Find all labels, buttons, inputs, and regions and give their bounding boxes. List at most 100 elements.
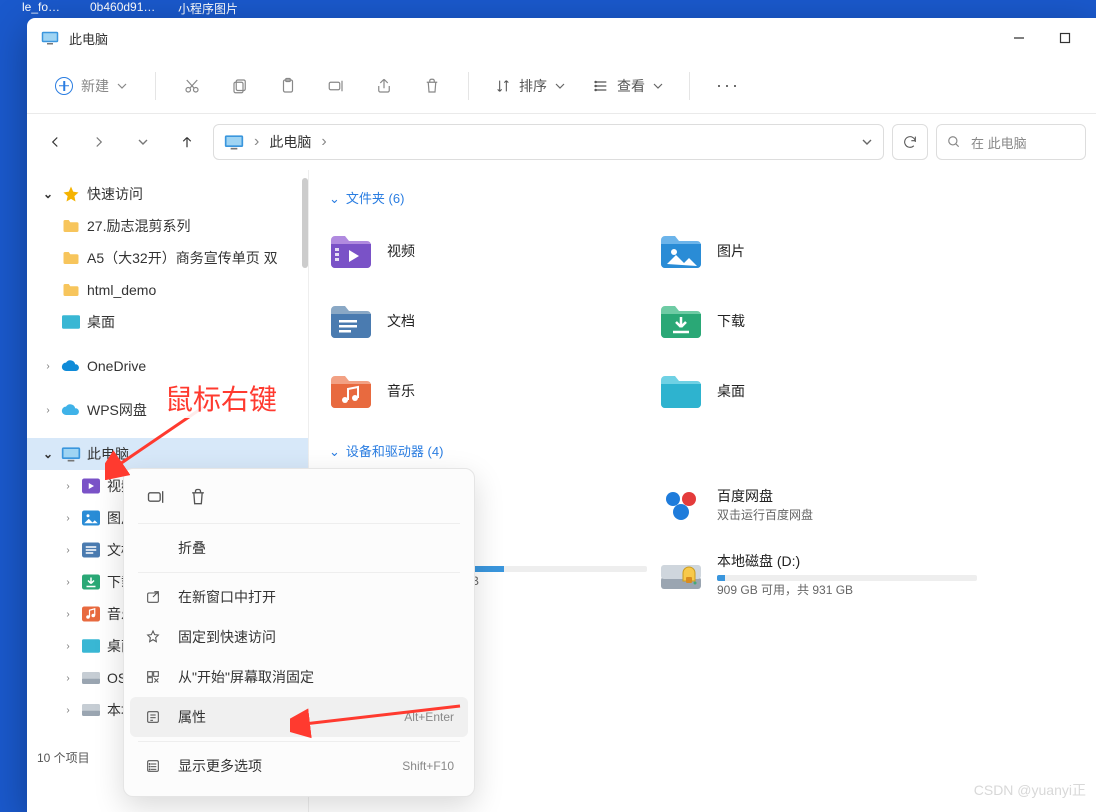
usage-bar — [717, 575, 977, 581]
search-placeholder: 在 此电脑 — [971, 133, 1027, 152]
folder-documents[interactable]: 文档 — [329, 291, 649, 353]
ctx-new-window[interactable]: 在新窗口中打开 — [130, 577, 468, 617]
share-button[interactable] — [362, 67, 406, 105]
downloads-icon — [81, 573, 101, 591]
unpin-icon — [144, 668, 162, 686]
divider — [155, 72, 156, 100]
this-pc-icon — [61, 445, 81, 463]
forward-button[interactable] — [81, 124, 117, 160]
annotation-text: 鼠标右键 — [163, 378, 279, 418]
divider — [689, 72, 690, 100]
sidebar-qa-item[interactable]: 27.励志混剪系列 — [27, 210, 308, 242]
folder-pictures[interactable]: 图片 — [659, 221, 979, 283]
sidebar-qa-item[interactable]: html_demo — [27, 274, 308, 306]
rename-button[interactable] — [314, 67, 358, 105]
back-button[interactable] — [37, 124, 73, 160]
desktop-icon — [81, 637, 101, 655]
toolbar: 新建 排序 查看 ··· — [27, 58, 1096, 114]
star-icon — [144, 628, 162, 646]
divider — [468, 72, 469, 100]
window-title: 此电脑 — [69, 29, 996, 48]
new-button[interactable]: 新建 — [41, 70, 141, 102]
ctx-rename-button[interactable] — [144, 485, 168, 509]
folders-group-header[interactable]: ⌄文件夹 (6) — [329, 188, 1076, 207]
baidu-icon — [659, 485, 703, 525]
watermark: CSDN @yuanyi正 — [974, 780, 1086, 800]
documents-icon — [329, 302, 373, 342]
refresh-button[interactable] — [892, 124, 928, 160]
video-icon — [81, 477, 101, 495]
drive-d[interactable]: 本地磁盘 (D:)909 GB 可用，共 931 GB — [659, 544, 979, 606]
new-label: 新建 — [81, 76, 109, 96]
chevron-right-icon[interactable]: › — [41, 361, 55, 372]
desktop-icon — [61, 313, 81, 331]
maximize-button[interactable] — [1042, 18, 1088, 58]
folder-icon — [61, 281, 81, 299]
chevron-down-icon[interactable]: ⌄ — [41, 187, 55, 201]
sidebar-scrollbar[interactable] — [302, 178, 308, 268]
view-button[interactable]: 查看 — [581, 70, 675, 102]
minimize-button[interactable] — [996, 18, 1042, 58]
drive-baidu[interactable]: 百度网盘双击运行百度网盘 — [659, 474, 979, 536]
view-label: 查看 — [617, 76, 645, 96]
ctx-properties[interactable]: 属性Alt+Enter — [130, 697, 468, 737]
separator — [138, 572, 460, 573]
more-button[interactable]: ··· — [704, 69, 752, 102]
ctx-delete-button[interactable] — [186, 485, 210, 509]
folder-icon — [61, 217, 81, 235]
sidebar-qa-item[interactable]: A5（大32开）商务宣传单页 双 — [27, 242, 308, 274]
folder-desktop[interactable]: 桌面 — [659, 361, 979, 423]
cut-button[interactable] — [170, 67, 214, 105]
folder-music[interactable]: 音乐 — [329, 361, 649, 423]
pictures-icon — [81, 509, 101, 527]
cloud-icon — [61, 401, 81, 419]
this-pc-icon — [224, 134, 244, 150]
ctx-collapse[interactable]: 折叠 — [130, 528, 468, 568]
chevron-down-icon[interactable]: ⌄ — [41, 447, 55, 461]
context-menu: 折叠 在新窗口中打开 固定到快速访问 从"开始"屏幕取消固定 属性Alt+Ent… — [123, 468, 475, 797]
pictures-icon — [659, 232, 703, 272]
desktop-label: le_fo… — [22, 0, 60, 14]
sort-label: 排序 — [519, 76, 547, 96]
downloads-icon — [659, 302, 703, 342]
desktop-icon — [659, 372, 703, 412]
sidebar-this-pc[interactable]: ⌄此电脑 — [27, 438, 308, 470]
breadcrumb-root[interactable]: 此电脑 — [269, 132, 311, 152]
sidebar-label: 快速访问 — [87, 184, 143, 204]
sort-button[interactable]: 排序 — [483, 70, 577, 102]
video-icon — [329, 232, 373, 272]
drive-icon — [659, 555, 703, 595]
status-bar: 10 个项目 — [37, 749, 90, 766]
search-input[interactable]: 在 此电脑 — [936, 124, 1086, 160]
more-icon — [144, 757, 162, 775]
folder-video[interactable]: 视频 — [329, 221, 649, 283]
music-icon — [329, 372, 373, 412]
chevron-down-icon[interactable] — [861, 136, 873, 148]
titlebar[interactable]: 此电脑 — [27, 18, 1096, 58]
properties-icon — [144, 708, 162, 726]
sidebar-qa-item[interactable]: 桌面 — [27, 306, 308, 338]
delete-button[interactable] — [410, 67, 454, 105]
new-window-icon — [144, 588, 162, 606]
ctx-pin-quick[interactable]: 固定到快速访问 — [130, 617, 468, 657]
ctx-unpin-start[interactable]: 从"开始"屏幕取消固定 — [130, 657, 468, 697]
cloud-icon — [61, 357, 81, 375]
address-bar[interactable]: › 此电脑 › — [213, 124, 884, 160]
devices-group-header[interactable]: ⌄设备和驱动器 (4) — [329, 441, 1076, 460]
sidebar-quick-access[interactable]: ⌄ 快速访问 — [27, 178, 308, 210]
copy-button[interactable] — [218, 67, 262, 105]
folder-downloads[interactable]: 下载 — [659, 291, 979, 353]
plus-icon — [55, 77, 73, 95]
documents-icon — [81, 541, 101, 559]
folder-icon — [61, 249, 81, 267]
chevron-right-icon[interactable]: › — [41, 405, 55, 416]
up-button[interactable] — [169, 124, 205, 160]
separator — [138, 741, 460, 742]
separator — [138, 523, 460, 524]
paste-button[interactable] — [266, 67, 310, 105]
ctx-more-options[interactable]: 显示更多选项Shift+F10 — [130, 746, 468, 786]
desktop-label: 小程序图片 — [178, 0, 238, 17]
star-icon — [61, 185, 81, 203]
music-icon — [81, 605, 101, 623]
history-dropdown[interactable] — [125, 124, 161, 160]
